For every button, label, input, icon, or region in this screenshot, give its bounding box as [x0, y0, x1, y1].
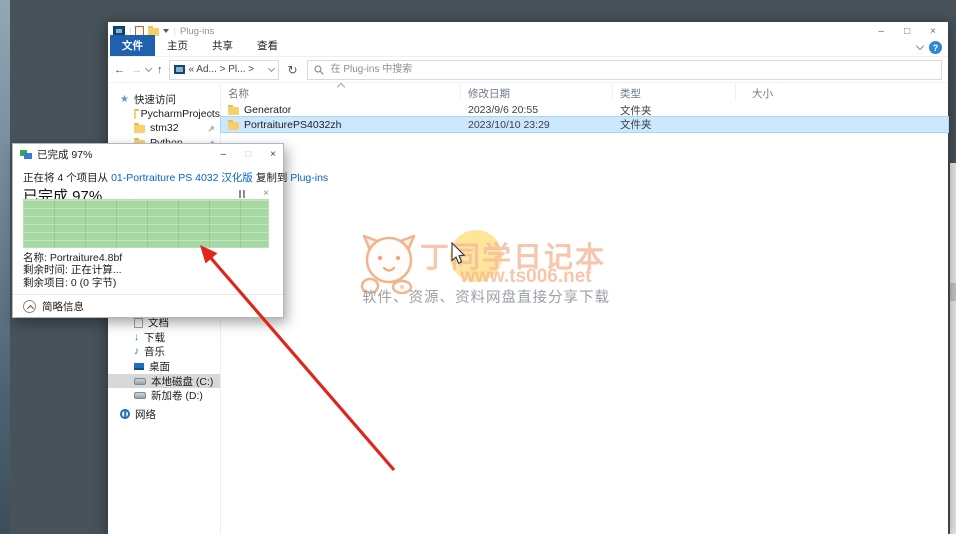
sidebar-item-stm32[interactable]: stm32: [108, 121, 220, 136]
address-bar[interactable]: « Ad... > Pl... >: [168, 59, 279, 80]
left-window-edge: [0, 0, 10, 534]
refresh-icon[interactable]: ↻: [285, 63, 301, 77]
column-header-date[interactable]: 修改日期: [461, 84, 613, 101]
sidebar-item-quick-access[interactable]: ★ 快速访问: [108, 92, 220, 107]
column-header-name[interactable]: 名称: [221, 82, 461, 101]
up-button[interactable]: ↑: [157, 64, 163, 76]
document-icon: [134, 317, 143, 328]
transfer-speed-graph: [23, 199, 269, 248]
pin-icon: [208, 110, 215, 118]
drive-icon: [134, 377, 146, 385]
maximize-button[interactable]: □: [904, 26, 910, 37]
folder-icon: [228, 119, 239, 130]
back-button[interactable]: ←: [114, 64, 125, 76]
source-folder-link[interactable]: 01-Portraiture PS 4032 汉化版: [111, 172, 253, 184]
tab-view[interactable]: 查看: [245, 35, 290, 56]
sidebar-item-desktop[interactable]: 桌面: [108, 359, 220, 374]
copy-details: 名称: Portraiture4.8bf 剩余时间: 正在计算... 剩余项目:…: [23, 252, 122, 289]
sidebar-item-new-volume-d[interactable]: 新加卷 (D:): [108, 388, 220, 403]
navigation-bar: ← → ↑ « Ad... > Pl... > ↻: [108, 57, 948, 83]
destination-folder-link[interactable]: Plug-ins: [290, 172, 328, 184]
sort-ascending-icon: [336, 82, 345, 92]
desktop-icon: [134, 362, 144, 370]
file-type: 文件夹: [620, 104, 652, 117]
dialog-title: 已完成 97%: [37, 148, 93, 161]
screenshot-root: | | Plug-ins – □ × 文件 主页 共享 查看 ? ← → ↑ «…: [0, 0, 956, 534]
drive-icon: [134, 392, 146, 400]
music-icon: ♪: [134, 346, 139, 358]
tab-home[interactable]: 主页: [155, 35, 200, 56]
download-icon: ↓: [134, 331, 139, 343]
file-type: 文件夹: [620, 119, 652, 131]
file-list: 名称 修改日期 类型 大小 Generator 2023/9/6 20:55 文…: [220, 82, 949, 534]
sidebar-item-local-disk-c[interactable]: 本地磁盘 (C:): [108, 373, 220, 389]
collapse-ribbon-icon[interactable]: [915, 41, 925, 51]
copy-progress-dialog: 已完成 97% – □ × 正在将 4 个项目从 01-Portraiture …: [12, 143, 329, 318]
pin-icon: [208, 125, 215, 132]
fewer-details-toggle[interactable]: 简略信息: [23, 299, 84, 314]
file-name: Generator: [244, 104, 292, 116]
sidebar-item-network[interactable]: 网络: [108, 407, 220, 422]
folder-icon: [134, 108, 139, 119]
copy-files-icon: [20, 149, 32, 159]
column-header-type[interactable]: 类型: [613, 84, 736, 101]
file-name: PortraiturePS4032zh: [244, 118, 342, 131]
sidebar-item-pycharmprojects[interactable]: PycharmProjects: [108, 107, 220, 122]
column-header-size[interactable]: 大小: [736, 84, 818, 101]
folder-icon: [228, 105, 239, 115]
dialog-close-button[interactable]: ×: [270, 149, 276, 160]
folder-icon: [134, 123, 145, 134]
divider: [13, 294, 283, 295]
right-window-scroll-thumb[interactable]: [950, 283, 956, 301]
search-icon: [313, 64, 324, 75]
column-headers: 名称 修改日期 类型 大小: [221, 82, 948, 101]
tab-file[interactable]: 文件: [110, 35, 155, 56]
table-row[interactable]: Generator 2023/9/6 20:55 文件夹: [221, 103, 948, 117]
address-dropdown-icon[interactable]: [267, 64, 275, 73]
address-breadcrumb[interactable]: « Ad... > Pl... >: [189, 64, 255, 75]
file-date: 2023/10/10 23:29: [468, 118, 550, 131]
sidebar-item-music[interactable]: ♪ 音乐: [108, 345, 220, 360]
tab-share[interactable]: 共享: [200, 35, 245, 56]
detail-items-remaining: 剩余项目: 0 (0 字节): [23, 276, 117, 289]
forward-button[interactable]: →: [131, 64, 142, 76]
sidebar-item-downloads[interactable]: ↓ 下载: [108, 330, 220, 345]
folder-icon: [173, 65, 185, 74]
file-date: 2023/9/6 20:55: [468, 104, 539, 116]
recent-locations-icon[interactable]: [144, 64, 153, 73]
star-icon: ★: [120, 93, 129, 105]
pause-icon[interactable]: [239, 190, 245, 198]
ribbon-tabs: 文件 主页 共享 查看 ?: [108, 35, 948, 57]
cancel-icon[interactable]: ×: [263, 188, 269, 199]
minimize-button[interactable]: –: [879, 26, 885, 37]
copy-description: 正在将 4 个项目从 01-Portraiture PS 4032 汉化版 复制…: [23, 172, 329, 184]
search-input[interactable]: [328, 63, 935, 76]
help-icon[interactable]: ?: [929, 41, 942, 54]
dialog-maximize-button: □: [245, 148, 252, 160]
close-button[interactable]: ×: [930, 26, 936, 37]
chevron-up-circle-icon: [23, 300, 36, 313]
dialog-titlebar: 已完成 97% – □ ×: [13, 144, 283, 164]
detail-name: 名称: Portraiture4.8bf: [23, 252, 123, 264]
network-icon: [120, 409, 130, 420]
dialog-minimize-button[interactable]: –: [221, 149, 227, 160]
customize-toolbar-icon[interactable]: [163, 29, 170, 33]
table-row-selected[interactable]: PortraiturePS4032zh 2023/10/10 23:29 文件夹: [220, 116, 949, 133]
search-box[interactable]: [306, 59, 942, 80]
detail-time-remaining: 剩余时间: 正在计算...: [23, 264, 122, 277]
right-window-edge: [950, 163, 956, 534]
